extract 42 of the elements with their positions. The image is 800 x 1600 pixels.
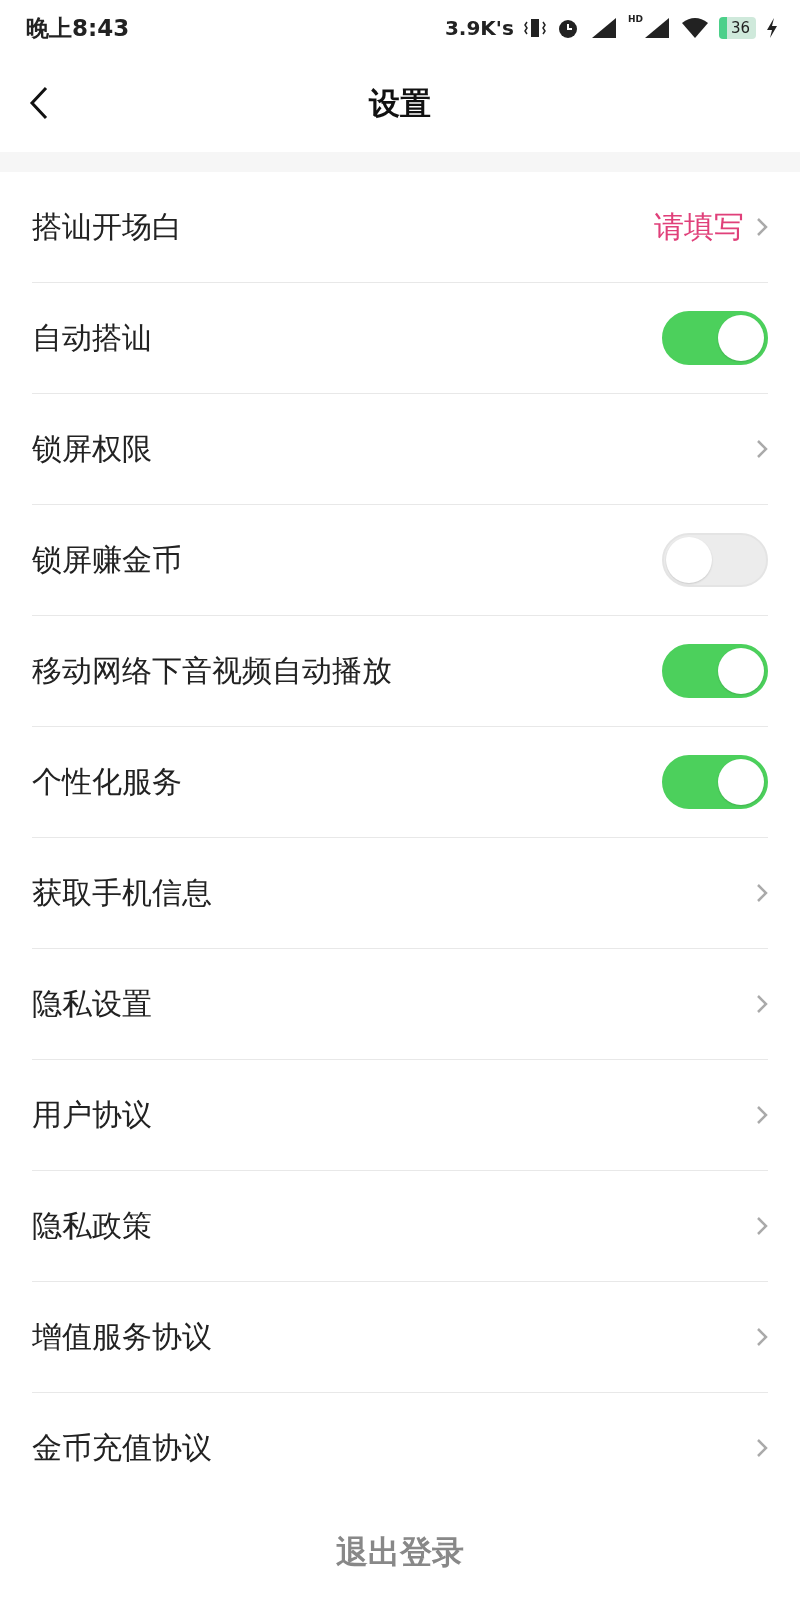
chevron-right-icon [756, 1216, 768, 1236]
settings-row[interactable]: 金币充值协议 [32, 1393, 768, 1503]
chevron-right-icon [756, 217, 768, 237]
charging-icon [766, 17, 778, 39]
chevron-right-icon [756, 1105, 768, 1125]
logout-button[interactable]: 退出登录 [320, 1523, 480, 1583]
hd-label: HD [627, 14, 643, 24]
settings-row[interactable]: 锁屏权限 [32, 394, 768, 505]
network-speed: 3.9K's [444, 16, 514, 40]
settings-row[interactable]: 增值服务协议 [32, 1282, 768, 1393]
row-label: 隐私政策 [32, 1206, 153, 1245]
row-label: 隐私设置 [32, 984, 153, 1023]
row-label: 锁屏权限 [32, 429, 153, 468]
row-label: 移动网络下音视频自动播放 [32, 651, 393, 690]
chevron-right-icon [756, 994, 768, 1014]
chevron-right-icon [756, 883, 768, 903]
battery-level: 36 [718, 17, 756, 39]
row-label: 个性化服务 [32, 762, 183, 801]
row-label: 锁屏赚金币 [32, 540, 183, 579]
row-label: 自动搭讪 [32, 318, 153, 357]
status-time: 晚上8:43 [26, 13, 131, 43]
settings-row[interactable]: 用户协议 [32, 1060, 768, 1171]
vibrate-icon [523, 17, 546, 39]
settings-row[interactable]: 隐私政策 [32, 1171, 768, 1282]
row-label: 用户协议 [32, 1095, 153, 1134]
back-icon [29, 86, 49, 120]
settings-row[interactable]: 获取手机信息 [32, 838, 768, 949]
chevron-right-icon [756, 1327, 768, 1347]
settings-row[interactable]: 搭讪开场白 请填写 [32, 172, 768, 283]
row-value: 请填写 [654, 207, 744, 246]
toggle-switch[interactable] [662, 755, 768, 809]
row-label: 获取手机信息 [32, 873, 213, 912]
toggle-switch[interactable] [662, 644, 768, 698]
settings-row[interactable]: 隐私设置 [32, 949, 768, 1060]
chevron-right-icon [756, 1438, 768, 1458]
row-label: 搭讪开场白 [32, 207, 183, 246]
toggle-switch[interactable] [662, 311, 768, 365]
chevron-right-icon [756, 439, 768, 459]
wifi-icon [680, 17, 709, 39]
page-title: 设置 [369, 84, 431, 123]
row-label: 金币充值协议 [32, 1428, 213, 1467]
row-label: 增值服务协议 [32, 1317, 213, 1356]
